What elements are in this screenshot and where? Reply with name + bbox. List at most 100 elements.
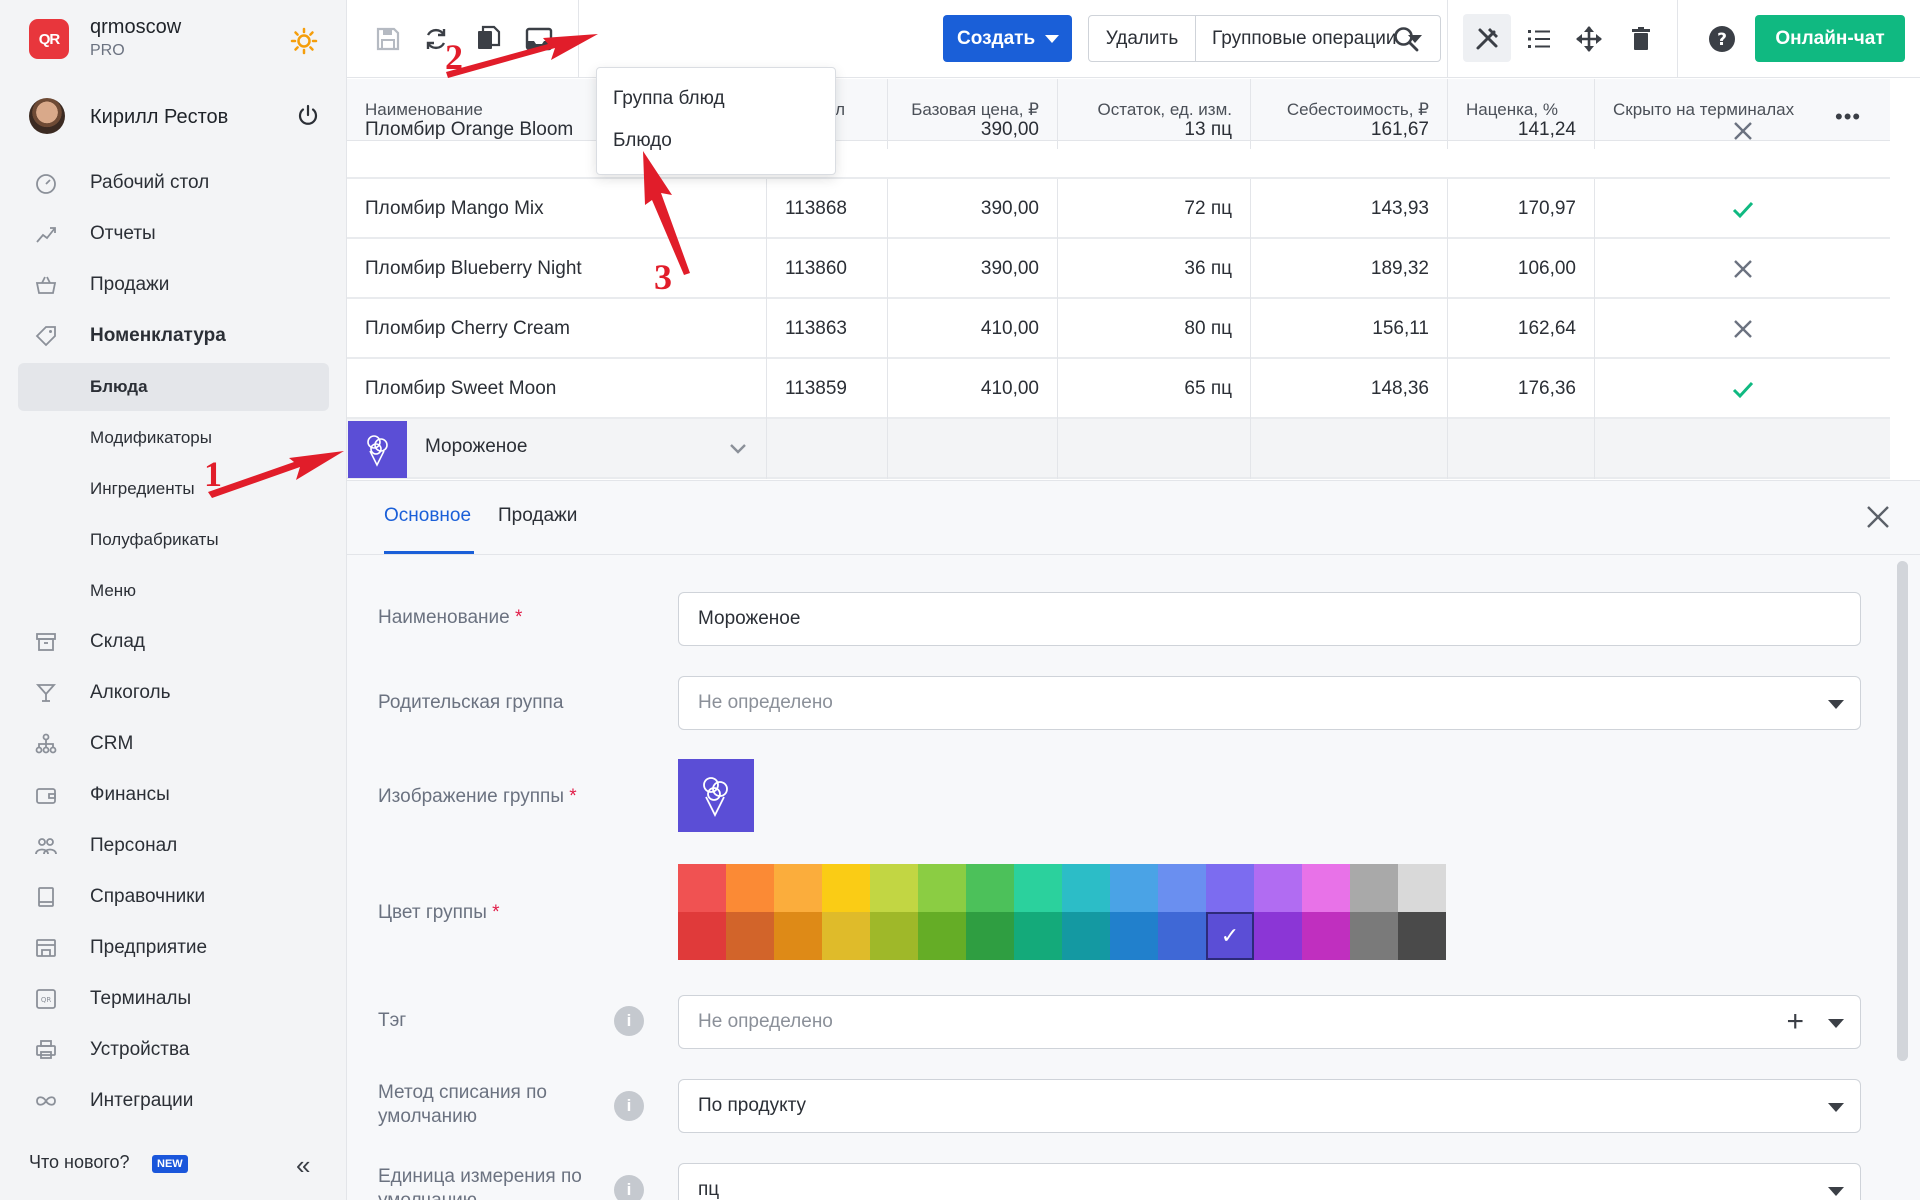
table-row[interactable]: Пломбир Cherry Cream 113863 410,00 80 пц 156… bbox=[347, 299, 1890, 359]
color-swatch[interactable] bbox=[918, 864, 966, 912]
move-icon[interactable] bbox=[1574, 24, 1604, 54]
delete-button[interactable]: Удалить bbox=[1089, 16, 1196, 61]
sidebar-item-alcohol[interactable]: Алкоголь bbox=[18, 669, 329, 717]
color-swatch[interactable] bbox=[1158, 912, 1206, 960]
color-swatch[interactable] bbox=[1110, 912, 1158, 960]
color-swatch[interactable] bbox=[1254, 864, 1302, 912]
color-swatch[interactable] bbox=[1302, 912, 1350, 960]
sidebar-item-integrations[interactable]: Интеграции bbox=[18, 1077, 329, 1125]
scrollbar-thumb[interactable] bbox=[1897, 561, 1908, 1061]
user-name[interactable]: Кирилл Рестов bbox=[90, 106, 228, 129]
sidebar-item-devices[interactable]: Устройства bbox=[18, 1026, 329, 1074]
search-icon[interactable] bbox=[1391, 24, 1421, 54]
color-swatch[interactable] bbox=[1014, 912, 1062, 960]
infinity-icon bbox=[36, 1096, 56, 1106]
cell-text: 113859 bbox=[785, 378, 847, 399]
sidebar-item-finance[interactable]: Финансы bbox=[18, 771, 329, 819]
table-cell-cost: 189,32 bbox=[1251, 239, 1448, 299]
color-swatch[interactable] bbox=[1110, 864, 1158, 912]
table-row[interactable]: Пломбир Mango Mix 113868 390,00 72 пц 143,93… bbox=[347, 179, 1890, 239]
sidebar-item-menu[interactable]: Меню bbox=[18, 567, 329, 615]
sidebar-item-warehouse[interactable]: Склад bbox=[18, 618, 329, 666]
menu-item-dish-group[interactable]: Группа блюд bbox=[613, 88, 725, 110]
info-icon[interactable]: i bbox=[614, 1175, 644, 1200]
color-swatch[interactable] bbox=[1158, 864, 1206, 912]
add-tag-icon[interactable]: + bbox=[1786, 1007, 1804, 1037]
color-swatch-selected[interactable]: ✓ bbox=[1206, 912, 1254, 960]
color-swatch[interactable] bbox=[726, 864, 774, 912]
trash-icon[interactable] bbox=[1626, 24, 1656, 54]
sidebar-item-enterprise[interactable]: Предприятие bbox=[18, 924, 329, 972]
whats-new-link[interactable]: Что нового? bbox=[29, 1152, 130, 1173]
color-swatch[interactable] bbox=[1062, 912, 1110, 960]
color-swatch[interactable] bbox=[870, 864, 918, 912]
color-swatch[interactable] bbox=[678, 864, 726, 912]
color-swatch[interactable] bbox=[774, 912, 822, 960]
color-swatch[interactable] bbox=[1014, 864, 1062, 912]
sidebar-item-modifiers[interactable]: Модификаторы bbox=[18, 414, 329, 462]
cell-text: 161,67 bbox=[1370, 119, 1429, 140]
table-row[interactable]: Пломбир Orange Bloom53390,0013 пц161,671… bbox=[347, 89, 1890, 179]
unit-select[interactable]: пц bbox=[678, 1163, 1861, 1200]
sidebar-item-crm[interactable]: CRM bbox=[18, 720, 329, 768]
table-row[interactable]: Пломбир Sweet Moon 113859 410,00 65 пц 148,3… bbox=[347, 359, 1890, 419]
color-swatch[interactable] bbox=[1302, 864, 1350, 912]
tab-sales[interactable]: Продажи bbox=[498, 505, 577, 527]
collapse-sidebar-icon[interactable]: « bbox=[296, 1150, 310, 1181]
color-swatch[interactable] bbox=[678, 912, 726, 960]
sidebar-item-dashboard[interactable]: Рабочий стол bbox=[18, 159, 329, 207]
sidebar-item-label: Склад bbox=[90, 631, 145, 652]
color-swatch[interactable] bbox=[966, 912, 1014, 960]
color-swatch[interactable] bbox=[966, 864, 1014, 912]
help-icon[interactable]: ? bbox=[1707, 24, 1737, 54]
tag-select[interactable]: Не определено + bbox=[678, 995, 1861, 1049]
sidebar-item-terminals[interactable]: QR Терминалы bbox=[18, 975, 329, 1023]
info-icon[interactable]: i bbox=[614, 1006, 644, 1036]
theme-sun-icon[interactable] bbox=[290, 27, 318, 55]
name-input[interactable]: Мороженое bbox=[678, 592, 1861, 646]
sidebar-item-label: Финансы bbox=[90, 784, 170, 805]
color-swatch[interactable] bbox=[918, 912, 966, 960]
color-swatch[interactable] bbox=[1398, 864, 1446, 912]
panel-scrollbar[interactable] bbox=[1897, 561, 1908, 1061]
group-image-picker[interactable] bbox=[678, 759, 754, 832]
sidebar-item-ingredients[interactable]: Ингредиенты bbox=[18, 465, 329, 513]
sidebar-item-staff[interactable]: Персонал bbox=[18, 822, 329, 870]
color-swatch[interactable] bbox=[822, 912, 870, 960]
sidebar-item-nomenclature[interactable]: Номенклатура bbox=[18, 312, 329, 360]
menu-item-dish[interactable]: Блюдо bbox=[613, 130, 672, 152]
save-icon[interactable] bbox=[373, 24, 403, 54]
info-icon[interactable]: i bbox=[614, 1091, 644, 1121]
color-swatch[interactable] bbox=[1254, 912, 1302, 960]
inbox-icon[interactable] bbox=[524, 24, 554, 54]
color-swatch[interactable] bbox=[822, 864, 870, 912]
color-swatch[interactable] bbox=[870, 912, 918, 960]
create-button[interactable]: Создать bbox=[943, 15, 1072, 62]
sidebar-item-dishes[interactable]: Блюда bbox=[18, 363, 329, 411]
list-icon[interactable] bbox=[1524, 24, 1554, 54]
close-icon[interactable] bbox=[1864, 503, 1892, 531]
color-swatch[interactable] bbox=[726, 912, 774, 960]
tab-main[interactable]: Основное bbox=[384, 505, 471, 527]
color-swatch[interactable] bbox=[1350, 912, 1398, 960]
sidebar-item-semi-finished[interactable]: Полуфабрикаты bbox=[18, 516, 329, 564]
color-swatch[interactable] bbox=[774, 864, 822, 912]
avatar[interactable] bbox=[29, 98, 65, 134]
parent-group-select[interactable]: Не определено bbox=[678, 676, 1861, 730]
writeoff-method-select[interactable]: По продукту bbox=[678, 1079, 1861, 1133]
table-row[interactable]: Пломбир Blueberry Night 113860 390,00 36 пц… bbox=[347, 239, 1890, 299]
copy-icon[interactable] bbox=[474, 24, 504, 54]
color-swatch[interactable] bbox=[1398, 912, 1446, 960]
online-chat-button[interactable]: Онлайн-чат bbox=[1755, 15, 1905, 62]
tools-icon[interactable] bbox=[1472, 24, 1502, 54]
sidebar-item-sales[interactable]: Продажи bbox=[18, 261, 329, 309]
brand-name[interactable]: qrmoscow bbox=[90, 16, 181, 39]
color-swatch[interactable] bbox=[1206, 864, 1254, 912]
chevron-down-icon[interactable] bbox=[727, 437, 749, 459]
power-icon[interactable] bbox=[296, 104, 320, 128]
color-swatch[interactable] bbox=[1350, 864, 1398, 912]
group-row[interactable]: Мороженое bbox=[347, 419, 1890, 479]
sidebar-item-references[interactable]: Справочники bbox=[18, 873, 329, 921]
color-swatch[interactable] bbox=[1062, 864, 1110, 912]
sidebar-item-reports[interactable]: Отчеты bbox=[18, 210, 329, 258]
